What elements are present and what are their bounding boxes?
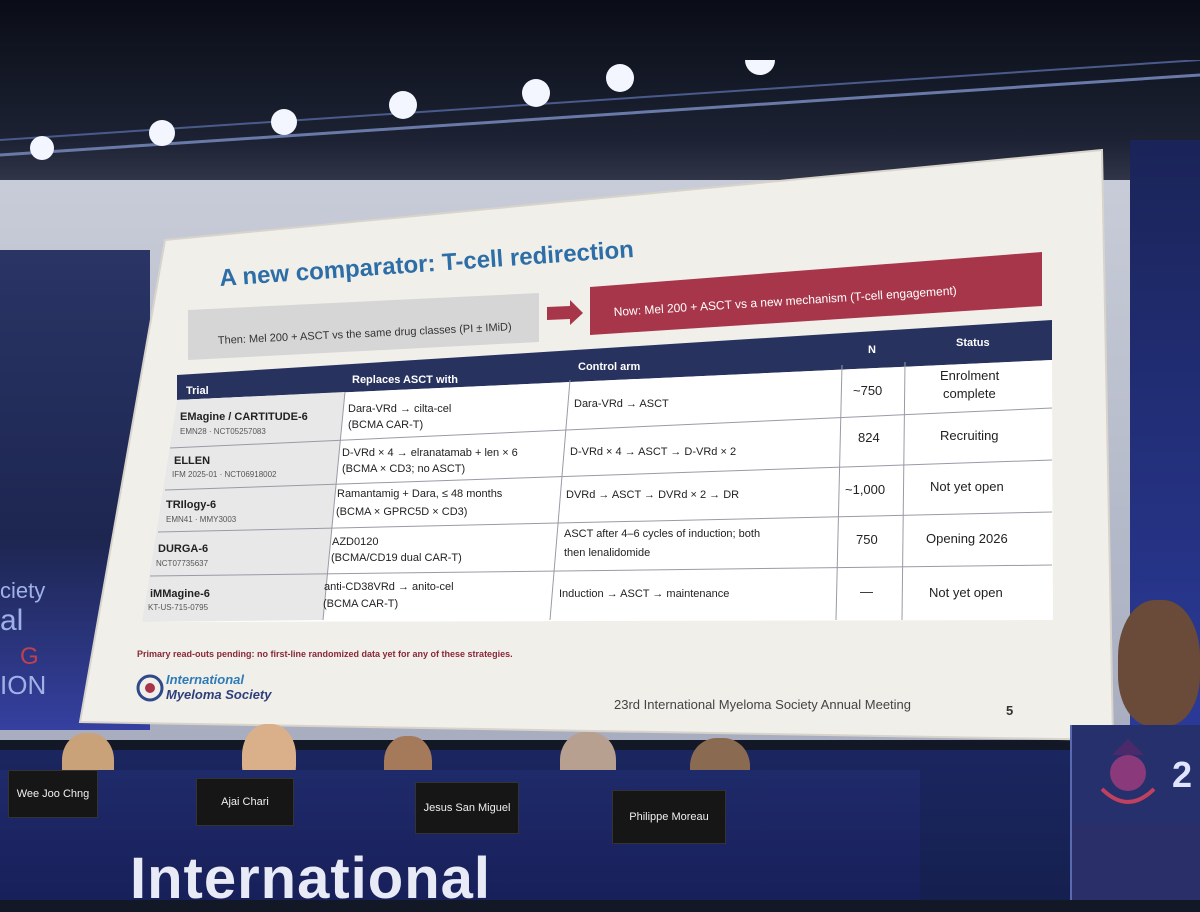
- replaces-cell: anti-CD38VRd → anito-cel: [324, 581, 454, 593]
- nameplate: Ajai Chari: [196, 778, 294, 826]
- control-cell: Dara-VRd → ASCT: [574, 398, 669, 410]
- nameplate-text: Ajai Chari: [221, 796, 269, 808]
- meeting-name: 23rd International Myeloma Society Annua…: [614, 697, 911, 712]
- replaces-cell: (BCMA/CD19 dual CAR-T): [331, 552, 462, 564]
- trial-id: EMN41 · MMY3003: [166, 515, 237, 524]
- n-cell: ~750: [853, 383, 882, 398]
- speaker: [1118, 600, 1200, 726]
- status-cell: Not yet open: [929, 585, 1003, 600]
- left-side-text-line: G: [20, 643, 39, 670]
- replaces-cell: (BCMA × CD3; no ASCT): [342, 463, 465, 475]
- n-cell: ~1,000: [845, 482, 885, 497]
- trial-id: KT-US-715-0795: [148, 603, 209, 612]
- left-side-text-line: ciety: [0, 578, 45, 603]
- trial-name: ELLEN: [174, 455, 210, 467]
- trial-id: NCT07735637: [156, 559, 209, 568]
- control-cell: ASCT after 4–6 cycles of induction; both: [564, 528, 760, 540]
- nameplate-text: Wee Joo Chng: [16, 788, 90, 800]
- replaces-cell: Dara-VRd → cilta-cel: [348, 403, 451, 415]
- control-cell: Induction → ASCT → maintenance: [559, 588, 729, 600]
- replaces-cell: Ramantamig + Dara, ≤ 48 months: [337, 488, 503, 500]
- column-header-n: N: [868, 344, 876, 356]
- column-header-control: Control arm: [578, 361, 641, 373]
- n-cell: —: [860, 584, 873, 599]
- replaces-cell: (BCMA CAR-T): [348, 419, 423, 431]
- nameplate: Jesus San Miguel: [415, 782, 519, 834]
- column-header-trial: Trial: [186, 385, 209, 397]
- status-cell: complete: [943, 386, 996, 401]
- logo-text-line2: Myeloma Society: [166, 687, 272, 702]
- thistle-icon: 2: [1100, 739, 1192, 804]
- ims-logo-icon-center: [145, 683, 155, 693]
- stage-banner-text: International: [130, 846, 492, 911]
- slide-footnote: Primary read-outs pending: no first-line…: [137, 649, 513, 659]
- trial-name: DURGA-6: [158, 543, 208, 555]
- trial-name: EMagine / CARTITUDE-6: [180, 411, 308, 423]
- control-cell: DVRd → ASCT → DVRd × 2 → DR: [566, 489, 739, 501]
- replaces-cell: D-VRd × 4 → elranatamab + len × 6: [342, 447, 518, 459]
- replaces-cell: (BCMA × GPRC5D × CD3): [336, 506, 467, 518]
- trial-name: TRIlogy-6: [166, 499, 216, 511]
- svg-text:2: 2: [1172, 754, 1192, 795]
- nameplate: Philippe Moreau: [612, 790, 726, 844]
- trial-name: iMMagine-6: [150, 588, 210, 600]
- status-cell: Enrolment: [940, 368, 1000, 383]
- page-number: 5: [1006, 703, 1013, 718]
- replaces-cell: AZD0120: [332, 536, 378, 548]
- trial-id: EMN28 · NCT05257083: [180, 427, 266, 436]
- status-cell: Recruiting: [940, 428, 999, 443]
- control-cell: then lenalidomide: [564, 547, 650, 559]
- replaces-cell: (BCMA CAR-T): [323, 598, 398, 610]
- n-cell: 750: [856, 532, 878, 547]
- left-side-text-line: al: [0, 604, 23, 637]
- podium-logo: 2: [1072, 725, 1200, 825]
- left-side-text-line: ION: [0, 670, 46, 700]
- nameplate-text: Philippe Moreau: [629, 811, 709, 823]
- status-cell: Not yet open: [930, 479, 1004, 494]
- status-cell: Opening 2026: [926, 531, 1008, 546]
- nameplate-text: Jesus San Miguel: [423, 802, 511, 814]
- logo-text-line1: International: [166, 672, 244, 687]
- column-header-status: Status: [956, 337, 990, 349]
- n-cell: 824: [858, 430, 880, 445]
- column-header-replaces: Replaces ASCT with: [352, 374, 458, 386]
- control-cell: D-VRd × 4 → ASCT → D-VRd × 2: [570, 446, 736, 458]
- trial-id: IFM 2025-01 · NCT06918002: [172, 470, 277, 479]
- left-side-text: ciety al G ION: [0, 578, 46, 700]
- nameplate: Wee Joo Chng: [8, 770, 98, 818]
